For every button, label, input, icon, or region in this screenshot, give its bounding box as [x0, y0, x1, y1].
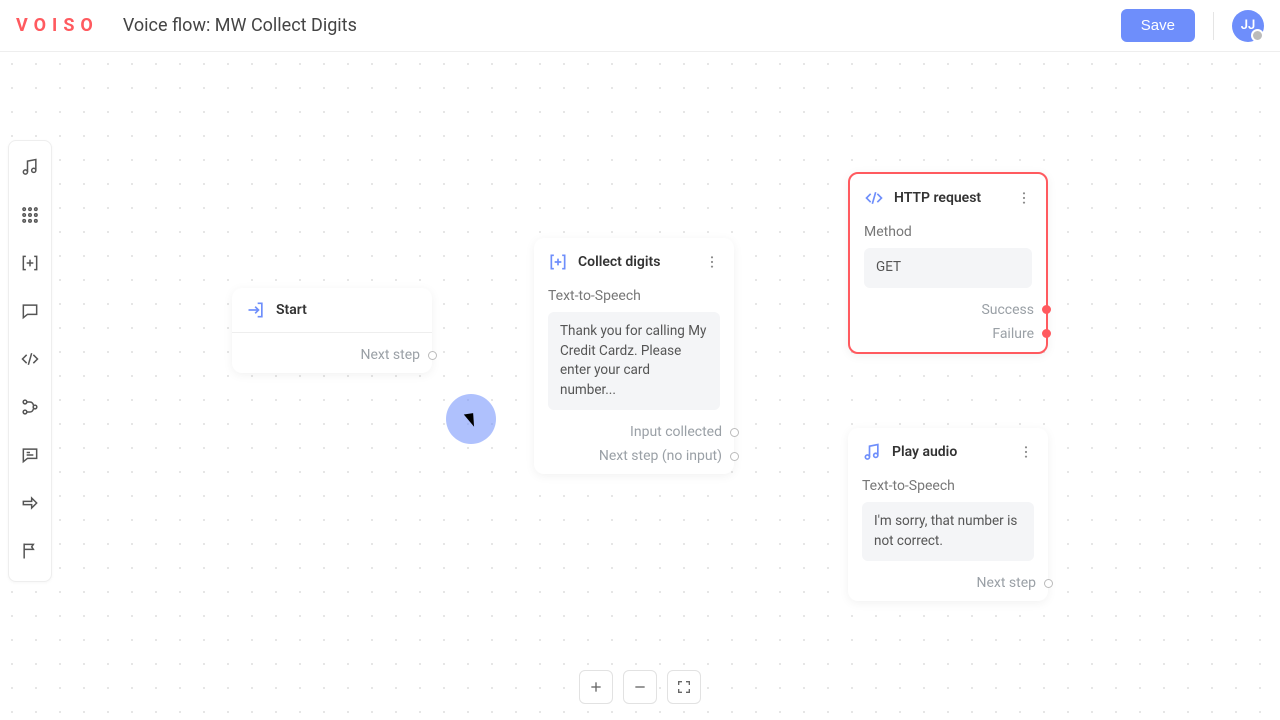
- output-port[interactable]: [1044, 579, 1053, 588]
- node-collect-header: Collect digits: [548, 252, 720, 272]
- play-audio-icon: [862, 442, 882, 462]
- collect-digits-icon: [20, 253, 40, 277]
- output-label: Next step: [361, 347, 421, 363]
- node-collect-title: Collect digits: [578, 254, 660, 270]
- zoom-out-button[interactable]: [623, 670, 657, 704]
- palette-voicemail[interactable]: [12, 435, 48, 479]
- node-play-audio[interactable]: Play audio Text-to-Speech I'm sorry, tha…: [848, 428, 1048, 601]
- collect-digits-icon: [548, 252, 568, 272]
- output-port[interactable]: [730, 428, 739, 437]
- palette-branch[interactable]: [12, 387, 48, 431]
- branch-icon: [20, 397, 40, 421]
- output-port[interactable]: [428, 351, 437, 360]
- output-input-collected[interactable]: Input collected: [548, 424, 720, 440]
- message-icon: [20, 301, 40, 325]
- output-label: Next step: [977, 575, 1037, 591]
- palette-forward[interactable]: [12, 483, 48, 527]
- output-port[interactable]: [1042, 329, 1051, 338]
- zoom-fit-button[interactable]: [667, 670, 701, 704]
- node-divider: [232, 332, 432, 333]
- app-logo: VOISO: [16, 15, 99, 36]
- palette-end[interactable]: [12, 531, 48, 575]
- output-label: Next step (no input): [599, 448, 722, 464]
- palette-collect-digits[interactable]: [12, 243, 48, 287]
- output-success[interactable]: Success: [864, 302, 1032, 318]
- header-right: Save JJ: [1121, 9, 1264, 42]
- keypad-icon: [20, 205, 40, 229]
- header-left: VOISO Voice flow: MW Collect Digits: [16, 15, 357, 36]
- palette-http-request[interactable]: [12, 339, 48, 383]
- output-next-step[interactable]: Next step: [862, 575, 1034, 591]
- node-http-title: HTTP request: [894, 190, 981, 206]
- node-menu-button[interactable]: [1016, 442, 1036, 462]
- play-tts-value: I'm sorry, that number is not correct.: [862, 502, 1034, 561]
- save-button[interactable]: Save: [1121, 9, 1195, 42]
- node-menu-button[interactable]: [702, 252, 722, 272]
- code-icon: [864, 188, 884, 208]
- palette-play-audio[interactable]: [12, 147, 48, 191]
- http-method-value: GET: [864, 248, 1032, 288]
- node-start[interactable]: Start Next step: [232, 288, 432, 373]
- node-collect-outputs: Input collected Next step (no input): [548, 424, 720, 464]
- palette-keypad[interactable]: [12, 195, 48, 239]
- node-play-outputs: Next step: [862, 575, 1034, 591]
- output-next-step-no-input[interactable]: Next step (no input): [548, 448, 720, 464]
- node-menu-button[interactable]: [1014, 188, 1034, 208]
- section-label-tts: Text-to-Speech: [862, 478, 1034, 494]
- zoom-controls: [579, 670, 701, 704]
- output-failure[interactable]: Failure: [864, 326, 1032, 342]
- output-label: Success: [981, 302, 1034, 318]
- node-palette: [8, 140, 52, 582]
- play-audio-icon: [20, 157, 40, 181]
- node-collect-digits[interactable]: Collect digits Text-to-Speech Thank you …: [534, 238, 734, 474]
- section-label-tts: Text-to-Speech: [548, 288, 720, 304]
- header-divider: [1213, 12, 1214, 40]
- flow-canvas[interactable]: Start Next step Collect digits Text-to-S…: [0, 52, 1280, 720]
- node-http-header: HTTP request: [864, 188, 1032, 208]
- page-title: Voice flow: MW Collect Digits: [123, 15, 357, 36]
- zoom-in-button[interactable]: [579, 670, 613, 704]
- output-port[interactable]: [730, 452, 739, 461]
- voicemail-icon: [20, 445, 40, 469]
- node-start-title: Start: [276, 302, 307, 318]
- palette-message[interactable]: [12, 291, 48, 335]
- node-start-outputs: Next step: [246, 347, 418, 363]
- code-icon: [20, 349, 40, 373]
- output-next-step[interactable]: Next step: [246, 347, 418, 363]
- node-start-header: Start: [246, 300, 418, 320]
- flag-icon: [20, 541, 40, 565]
- output-port[interactable]: [1042, 305, 1051, 314]
- output-label: Failure: [992, 326, 1034, 342]
- section-label-method: Method: [864, 224, 1032, 240]
- collect-tts-value: Thank you for calling My Credit Cardz. P…: [548, 312, 720, 410]
- output-label: Input collected: [630, 424, 722, 440]
- node-play-title: Play audio: [892, 444, 957, 460]
- cursor-indicator: [446, 394, 496, 444]
- node-play-header: Play audio: [862, 442, 1034, 462]
- avatar[interactable]: JJ: [1232, 10, 1264, 42]
- forward-icon: [20, 493, 40, 517]
- node-http-outputs: Success Failure: [864, 302, 1032, 342]
- app-header: VOISO Voice flow: MW Collect Digits Save…: [0, 0, 1280, 52]
- start-icon: [246, 300, 266, 320]
- node-http-request[interactable]: HTTP request Method GET Success Failure: [848, 172, 1048, 354]
